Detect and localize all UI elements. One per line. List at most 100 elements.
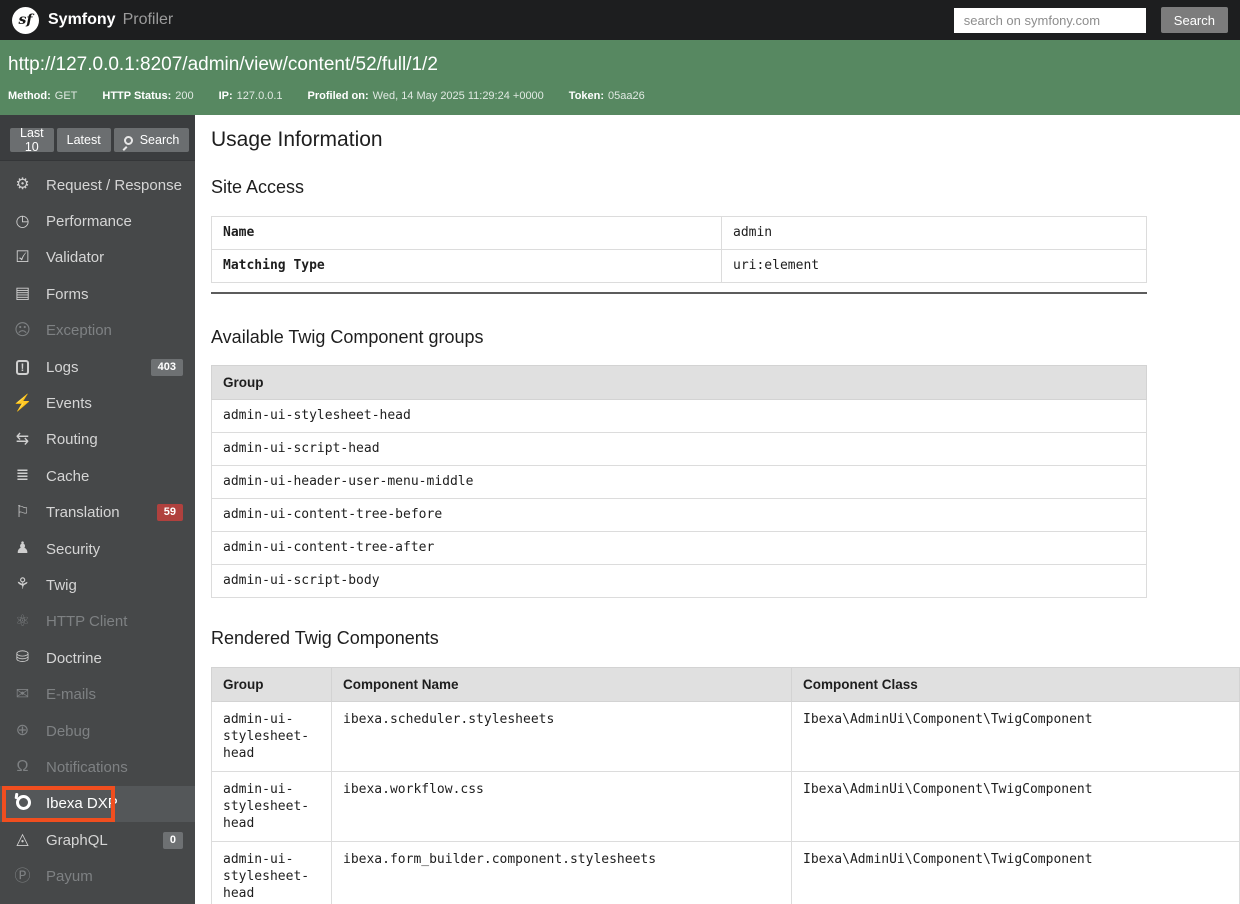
table-row: Matching Type uri:element	[211, 249, 1147, 283]
sidebar-item-label: Logs	[46, 358, 79, 376]
request-meta-item: IP: 127.0.0.1	[219, 90, 283, 102]
sidebar-item-logs[interactable]: ! Logs 403	[0, 349, 195, 385]
sidebar-item-forms[interactable]: ▤ Forms	[0, 276, 195, 312]
gears-icon: ⚙	[15, 176, 30, 194]
sidebar-item-label: Doctrine	[46, 649, 102, 667]
sidebar-item-label: Cache	[46, 467, 90, 485]
broadcast-icon: ⚡	[12, 394, 33, 412]
rendered-components-table: Group Component Name Component Class adm…	[211, 667, 1240, 904]
sidebar-item-payum: Ⓟ Payum	[0, 858, 195, 894]
sidebar-item-label: Translation	[46, 504, 120, 522]
request-meta-item: HTTP Status: 200	[102, 90, 193, 102]
table-row: admin-ui-content-tree-after	[211, 531, 1147, 565]
component-name-cell: ibexa.scheduler.stylesheets	[331, 701, 792, 772]
search-button[interactable]: Search	[113, 128, 190, 152]
sidebar-item-label: Events	[46, 395, 92, 413]
sidebar-item-label: Performance	[46, 213, 132, 231]
row-key: Matching Type	[211, 249, 722, 283]
sidebar-item-performance[interactable]: ◷ Performance	[0, 203, 195, 239]
sidebar-item-label: Forms	[46, 285, 89, 303]
component-name-cell: ibexa.workflow.css	[331, 771, 792, 842]
sidebar-item-ibexa-dxp[interactable]: Ibexa DXP	[0, 785, 195, 823]
page-title: Usage Information	[211, 128, 383, 151]
magnifier-icon	[123, 135, 133, 145]
latest-button[interactable]: Latest	[56, 128, 111, 152]
group-cell: admin-ui-script-head	[211, 432, 1147, 466]
request-meta-value: Wed, 14 May 2025 11:29:24 +0000	[372, 90, 544, 102]
sidebar-item-label: Exception	[46, 322, 112, 340]
request-meta-value: 200	[175, 90, 194, 102]
request-meta-value: 05aa26	[608, 90, 645, 102]
clipboard-icon: ▤	[14, 285, 31, 303]
group-cell: admin-ui-stylesheet-head	[211, 399, 1147, 433]
sidebar-item-cache[interactable]: ≣ Cache	[0, 458, 195, 494]
sidebar-item-debug: ⊕ Debug	[0, 713, 195, 749]
sidebar-item-label: Debug	[46, 722, 91, 740]
request-meta-label: Token:	[568, 90, 605, 102]
symfony-search-input[interactable]	[953, 7, 1146, 33]
sidebar-item-label: Request / Response	[46, 176, 182, 194]
sidebar-item-security[interactable]: ♟ Security	[0, 531, 195, 567]
table-row: admin-ui-script-head	[211, 432, 1147, 466]
request-meta-value: GET	[54, 90, 78, 102]
sidebar-nav: ⚙ Request / Response ◷ Performance ☑ Validato…	[0, 161, 195, 895]
database-icon: ⛁	[15, 649, 30, 667]
column-header-group: Group	[211, 365, 1147, 400]
sidebar-item-translation[interactable]: ⚐ Translation 59	[0, 495, 195, 531]
column-header-component-name: Component Name	[331, 667, 792, 702]
component-group-cell: admin-ui-stylesheet-head	[211, 701, 332, 772]
column-header-group: Group	[211, 667, 332, 702]
column-header-component-class: Component Class	[791, 667, 1240, 702]
sidebar-item-notifications: Ω Notifications	[0, 749, 195, 785]
sidebar-item-twig[interactable]: ⚘ Twig	[0, 567, 195, 603]
site-access-table: Name admin Matching Type uri:element	[211, 216, 1147, 283]
request-meta-label: Profiled on:	[307, 90, 369, 102]
sidebar-item-validator[interactable]: ☑ Validator	[0, 240, 195, 276]
sidebar-item-label: E-mails	[46, 686, 97, 704]
request-meta: Method: GET HTTP Status: 200 IP: 127.0.0.1 Pro…	[8, 90, 1232, 102]
graphql-icon: ◬	[16, 831, 29, 849]
group-cell: admin-ui-content-tree-before	[211, 498, 1147, 532]
component-group-cell: admin-ui-stylesheet-head	[211, 841, 332, 904]
component-class-cell: Ibexa\AdminUi\Component\TwigComponent	[791, 771, 1240, 842]
request-meta-label: HTTP Status:	[102, 90, 172, 102]
logo-text: sf	[18, 12, 33, 28]
site-access-heading: Site Access	[211, 177, 305, 197]
top-bar: sf Symfony Profiler Search	[0, 0, 1240, 40]
row-value: admin	[721, 216, 1147, 250]
sidebar-item-label: Payum	[46, 868, 93, 886]
rendered-components-heading: Rendered Twig Components	[211, 628, 439, 648]
section-divider	[211, 292, 1147, 294]
layers-icon: ≣	[15, 467, 30, 485]
signpost-icon: ⇆	[15, 430, 30, 448]
last-10-button[interactable]: Last 10	[10, 126, 54, 154]
table-row: admin-ui-stylesheet-head ibexa.form_build…	[211, 841, 1240, 904]
request-meta-item: Token: 05aa26	[569, 90, 645, 102]
sidebar-item-routing[interactable]: ⇆ Routing	[0, 422, 195, 458]
sidebar-item-request-response[interactable]: ⚙ Request / Response	[0, 167, 195, 203]
symfony-logo-icon: sf	[12, 6, 39, 34]
table-row: Name admin	[211, 216, 1147, 250]
app-subtitle: Profiler	[122, 11, 174, 28]
target-icon: ⊕	[15, 722, 30, 740]
ibexa-logo-icon	[12, 793, 33, 814]
table-row: admin-ui-stylesheet-head ibexa.scheduler.…	[211, 701, 1240, 772]
logs-glyph: !	[16, 360, 29, 376]
sidebar-item-doctrine[interactable]: ⛁ Doctrine	[0, 640, 195, 676]
twig-groups-heading: Available Twig Component groups	[211, 327, 484, 347]
component-name-cell: ibexa.form_builder.component.stylesheets	[331, 841, 792, 904]
sidebar-item-events[interactable]: ⚡ Events	[0, 385, 195, 421]
group-cell: admin-ui-script-body	[211, 564, 1147, 598]
ghost-icon: ☹	[14, 321, 31, 339]
sidebar-item-graphql[interactable]: ◬ GraphQL 0	[0, 822, 195, 858]
sidebar-badge: 59	[156, 504, 183, 522]
sidebar-item-label: Security	[46, 540, 101, 558]
component-class-cell: Ibexa\AdminUi\Component\TwigComponent	[791, 701, 1240, 772]
twig-groups-table: Group admin-ui-stylesheet-head admin-ui-s…	[211, 365, 1147, 598]
table-row: admin-ui-content-tree-before	[211, 498, 1147, 532]
request-meta-item: Profiled on: Wed, 14 May 2025 11:29:24 +0…	[308, 90, 544, 102]
row-key: Name	[211, 216, 722, 250]
symfony-search-button[interactable]: Search	[1160, 7, 1228, 33]
checkbox-icon: ☑	[15, 248, 30, 266]
group-cell: admin-ui-header-user-menu-middle	[211, 465, 1147, 499]
